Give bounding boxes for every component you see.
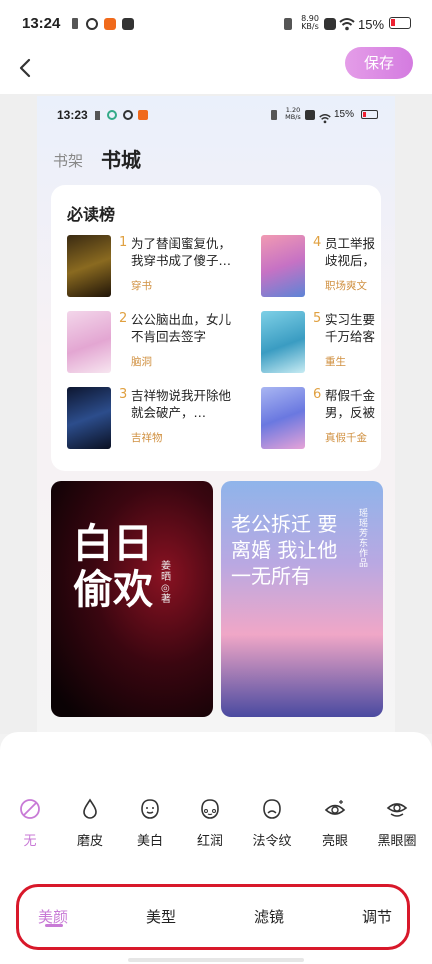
net-speed: 8.90 KB/s — [301, 14, 319, 31]
save-button[interactable]: 保存 — [345, 47, 413, 79]
app-notification-icon — [123, 110, 133, 120]
tool-dark-circles[interactable]: 黑眼圈 — [369, 798, 425, 849]
eye-sparkle-icon — [324, 800, 346, 815]
tab-bookshelf: 书架 — [53, 152, 84, 170]
battery-icon — [389, 17, 411, 29]
battery-percent: 15% — [358, 17, 385, 32]
sim-off-icon — [305, 110, 315, 120]
message-icon — [122, 18, 134, 30]
tool-rosy[interactable]: 红润 — [182, 798, 238, 849]
tab-filter[interactable]: 滤镜 — [254, 906, 284, 927]
back-button[interactable] — [12, 54, 40, 82]
wifi-icon — [339, 16, 355, 35]
battery-icon — [361, 110, 378, 119]
drop-icon — [83, 798, 97, 819]
sim-off-icon — [324, 18, 336, 30]
face-smile-icon — [141, 799, 159, 819]
list-item: 1 为了替闺蜜复仇，我穿书成了傻子… 穿书 — [67, 235, 231, 299]
list-item: 3 吉祥物说我开除他就会破产，… 吉祥物 — [67, 387, 231, 451]
list-item: 5 实习生要千万给客 重生 — [261, 311, 381, 375]
tab-underline — [45, 924, 63, 927]
tool-bright-eyes[interactable]: 亮眼 — [307, 798, 363, 849]
book-cover — [261, 311, 305, 373]
book-cover-large: 老公拆迁 要离婚 我让他 一无所有 瑶瑶芳东 作品 — [221, 481, 383, 717]
status-time: 13:24 — [22, 15, 61, 32]
tool-nasolabial[interactable]: 法令纹 — [244, 798, 300, 849]
chevron-left-icon — [19, 58, 31, 78]
book-cover — [261, 235, 305, 297]
vibrate-icon — [271, 110, 277, 120]
face-blush-icon — [201, 799, 219, 819]
ranking-card: 必读榜 1 为了替闺蜜复仇，我穿书成了傻子… 穿书 2 公公脑出血，女儿不肯回去… — [51, 185, 381, 471]
wifi-icon — [319, 109, 331, 128]
preview-net-speed: 1.20 MB/s — [285, 106, 301, 121]
list-item: 6 帮假千金男，反被 真假千金 — [261, 387, 381, 451]
sim-icon — [72, 18, 78, 29]
tool-whiten[interactable]: 美白 — [122, 798, 178, 849]
preview-battery-percent: 15% — [334, 109, 355, 120]
tool-none[interactable]: 无 — [2, 798, 58, 849]
book-cover-large: 白日偷欢 姜晒◎著 — [51, 481, 213, 717]
tab-reshape[interactable]: 美型 — [146, 906, 176, 927]
bottom-tabs-highlight — [16, 884, 410, 950]
book-cover — [261, 387, 305, 449]
app-notification-icon — [107, 110, 117, 120]
app-notification-icon — [104, 18, 116, 30]
tool-smooth-skin[interactable]: 磨皮 — [62, 798, 118, 849]
ranking-title: 必读榜 — [67, 205, 116, 224]
book-cover — [67, 235, 111, 297]
book-cover — [67, 311, 111, 373]
screenshot-preview: 13:23 1.20 MB/s 15% 书架 书城 必读榜 1 为了替闺蜜复仇，… — [37, 96, 395, 734]
tab-bookstore: 书城 — [101, 148, 141, 172]
book-cover — [67, 387, 111, 449]
home-indicator — [128, 958, 304, 962]
sim-icon — [95, 111, 100, 120]
app-notification-icon — [86, 18, 98, 30]
preview-status-time: 13:23 — [57, 108, 88, 122]
app-notification-icon — [138, 110, 148, 120]
face-lines-icon — [263, 799, 281, 819]
vibrate-icon — [284, 18, 292, 30]
list-item: 4 员工举报歧视后， 职场爽文 — [261, 235, 381, 299]
tab-adjust[interactable]: 调节 — [362, 906, 392, 927]
eye-circle-icon — [386, 803, 408, 817]
none-icon — [20, 799, 40, 819]
list-item: 2 公公脑出血，女儿不肯回去签字 脑洞 — [67, 311, 231, 375]
